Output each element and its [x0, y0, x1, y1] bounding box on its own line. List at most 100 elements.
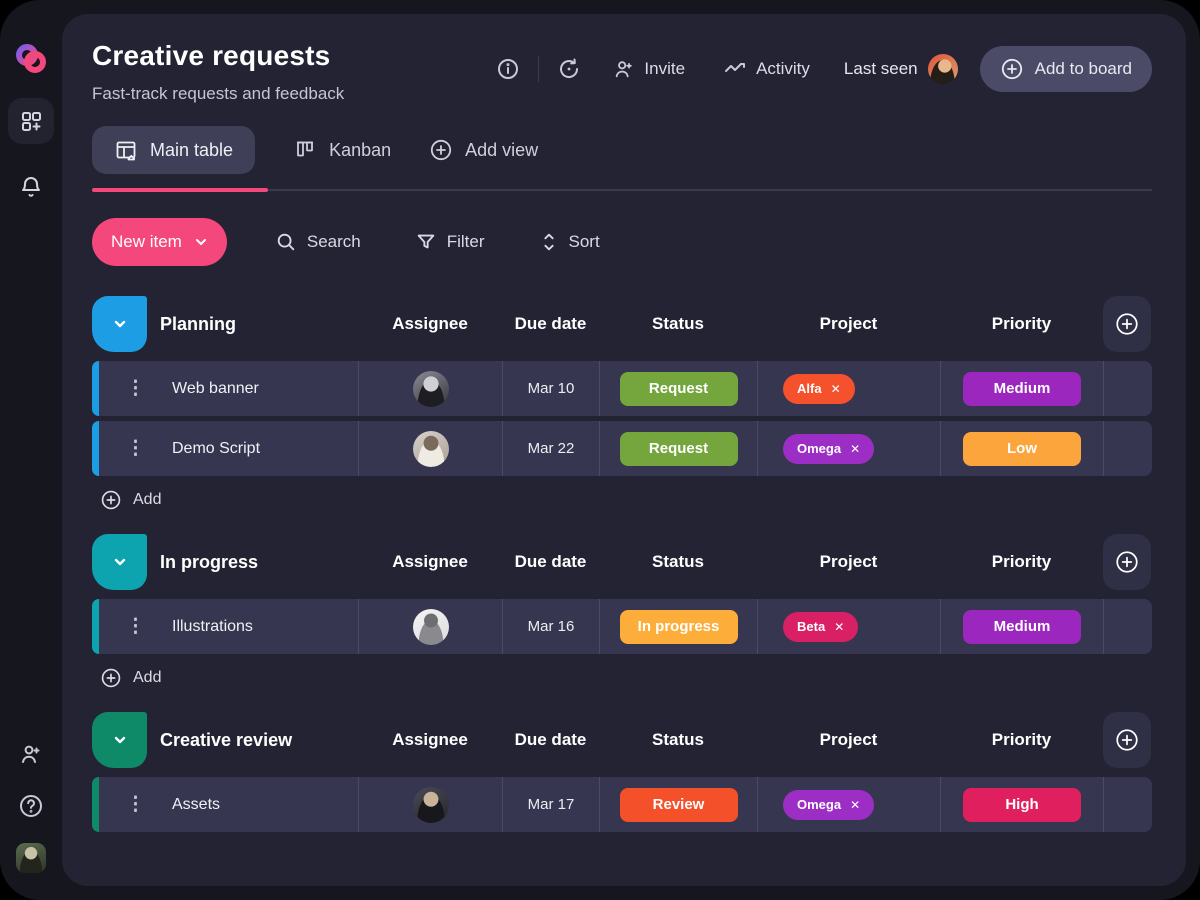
assignee-cell[interactable]	[358, 599, 502, 654]
project-tag[interactable]: Omega ✕	[783, 790, 874, 820]
column-header-project[interactable]: Project	[757, 712, 940, 768]
add-to-board-button[interactable]: Add to board	[980, 46, 1152, 92]
project-tag[interactable]: Beta ✕	[783, 612, 858, 642]
tab-main-table-label: Main table	[150, 140, 233, 161]
remove-tag-icon[interactable]: ✕	[850, 442, 860, 456]
row-accent	[92, 361, 99, 416]
priority-badge[interactable]: Medium	[963, 372, 1081, 406]
help-button[interactable]	[18, 780, 44, 832]
new-item-label: New item	[111, 232, 182, 252]
priority-cell: Medium	[940, 361, 1103, 416]
column-header-assignee[interactable]: Assignee	[358, 296, 502, 352]
table-row[interactable]: ⋮ Demo Script Mar 22 Request Omega ✕ Low	[92, 421, 1152, 476]
due-date-cell[interactable]: Mar 10	[502, 361, 599, 416]
table-row[interactable]: ⋮ Illustrations Mar 16 In progress Beta …	[92, 599, 1152, 654]
row-menu-icon[interactable]: ⋮	[126, 439, 145, 458]
add-item-button[interactable]: Add	[94, 666, 167, 690]
add-item-button[interactable]: Add	[94, 488, 167, 512]
automations-button[interactable]	[557, 57, 581, 81]
invite-label: Invite	[644, 59, 685, 79]
remove-tag-icon[interactable]: ✕	[834, 620, 844, 634]
status-badge[interactable]: Request	[620, 432, 738, 466]
column-header-assignee[interactable]: Assignee	[358, 534, 502, 590]
project-cell: Omega ✕	[757, 421, 940, 476]
row-menu-icon[interactable]: ⋮	[126, 379, 145, 398]
item-name[interactable]: Assets	[172, 796, 220, 814]
priority-badge[interactable]: High	[963, 788, 1081, 822]
status-cell: Review	[599, 777, 757, 832]
person-plus-icon	[613, 58, 635, 80]
collapse-group-button[interactable]	[92, 712, 147, 768]
add-column-button[interactable]	[1103, 712, 1151, 768]
app-logo	[14, 42, 48, 76]
column-header-project[interactable]: Project	[757, 534, 940, 590]
remove-tag-icon[interactable]: ✕	[850, 798, 860, 812]
column-header-due-date[interactable]: Due date	[502, 712, 599, 768]
column-header-status[interactable]: Status	[599, 534, 757, 590]
profile-avatar[interactable]	[16, 832, 46, 884]
item-name[interactable]: Illustrations	[172, 618, 253, 636]
priority-badge[interactable]: Low	[963, 432, 1081, 466]
row-menu-icon[interactable]: ⋮	[126, 795, 145, 814]
due-date-cell[interactable]: Mar 22	[502, 421, 599, 476]
table-row[interactable]: ⋮ Assets Mar 17 Review Omega ✕ High	[92, 777, 1152, 832]
column-header-assignee[interactable]: Assignee	[358, 712, 502, 768]
item-name[interactable]: Web banner	[172, 380, 259, 398]
kanban-icon	[293, 138, 317, 162]
last-seen-avatar[interactable]	[928, 54, 958, 84]
column-header-priority[interactable]: Priority	[940, 296, 1103, 352]
due-date-cell[interactable]: Mar 17	[502, 777, 599, 832]
project-tag[interactable]: Alfa ✕	[783, 374, 855, 404]
assignee-cell[interactable]	[358, 421, 502, 476]
priority-cell: Low	[940, 421, 1103, 476]
status-cell: In progress	[599, 599, 757, 654]
invite-members-button[interactable]	[19, 728, 43, 780]
board-info-button[interactable]	[496, 57, 520, 81]
person-plus-icon	[19, 742, 43, 766]
column-header-project[interactable]: Project	[757, 296, 940, 352]
app-window: Creative requests Fast-track requests an…	[0, 0, 1200, 900]
column-header-status[interactable]: Status	[599, 296, 757, 352]
tab-kanban[interactable]: Kanban	[293, 138, 391, 162]
collapse-group-button[interactable]	[92, 534, 147, 590]
project-tag[interactable]: Omega ✕	[783, 434, 874, 464]
collapse-group-button[interactable]	[92, 296, 147, 352]
assignee-cell[interactable]	[358, 777, 502, 832]
status-badge[interactable]: Review	[620, 788, 738, 822]
column-header-priority[interactable]: Priority	[940, 534, 1103, 590]
extra-cell	[1103, 777, 1151, 832]
add-column-button[interactable]	[1103, 534, 1151, 590]
priority-cell: High	[940, 777, 1103, 832]
assignee-avatar	[413, 371, 449, 407]
sort-button[interactable]: Sort	[533, 230, 606, 254]
priority-badge[interactable]: Medium	[963, 610, 1081, 644]
table-row[interactable]: ⋮ Web banner Mar 10 Request Alfa ✕ Mediu…	[92, 361, 1152, 416]
board-group-planning: Planning Assignee Due date Status Projec…	[92, 296, 1152, 512]
column-header-priority[interactable]: Priority	[940, 712, 1103, 768]
plus-circle-icon	[1114, 311, 1140, 337]
notifications-button[interactable]	[8, 170, 54, 204]
add-column-button[interactable]	[1103, 296, 1151, 352]
activity-button[interactable]: Activity	[717, 56, 816, 82]
add-item-label: Add	[133, 491, 161, 509]
due-date-cell[interactable]: Mar 16	[502, 599, 599, 654]
boards-nav-button[interactable]	[8, 98, 54, 144]
column-header-due-date[interactable]: Due date	[502, 534, 599, 590]
search-button[interactable]: Search	[269, 230, 367, 254]
invite-button[interactable]: Invite	[607, 57, 691, 81]
assignee-cell[interactable]	[358, 361, 502, 416]
new-item-button[interactable]: New item	[92, 218, 227, 266]
status-badge[interactable]: Request	[620, 372, 738, 406]
bell-icon	[19, 175, 43, 199]
tab-add-view[interactable]: Add view	[429, 138, 538, 162]
remove-tag-icon[interactable]: ✕	[831, 382, 841, 396]
filter-button[interactable]: Filter	[409, 230, 491, 254]
column-header-status[interactable]: Status	[599, 712, 757, 768]
grid-plus-icon	[19, 109, 43, 133]
status-badge[interactable]: In progress	[620, 610, 738, 644]
row-menu-icon[interactable]: ⋮	[126, 617, 145, 636]
question-circle-icon	[18, 793, 44, 819]
column-header-due-date[interactable]: Due date	[502, 296, 599, 352]
item-name[interactable]: Demo Script	[172, 440, 260, 458]
tab-main-table[interactable]: Main table	[92, 126, 255, 174]
